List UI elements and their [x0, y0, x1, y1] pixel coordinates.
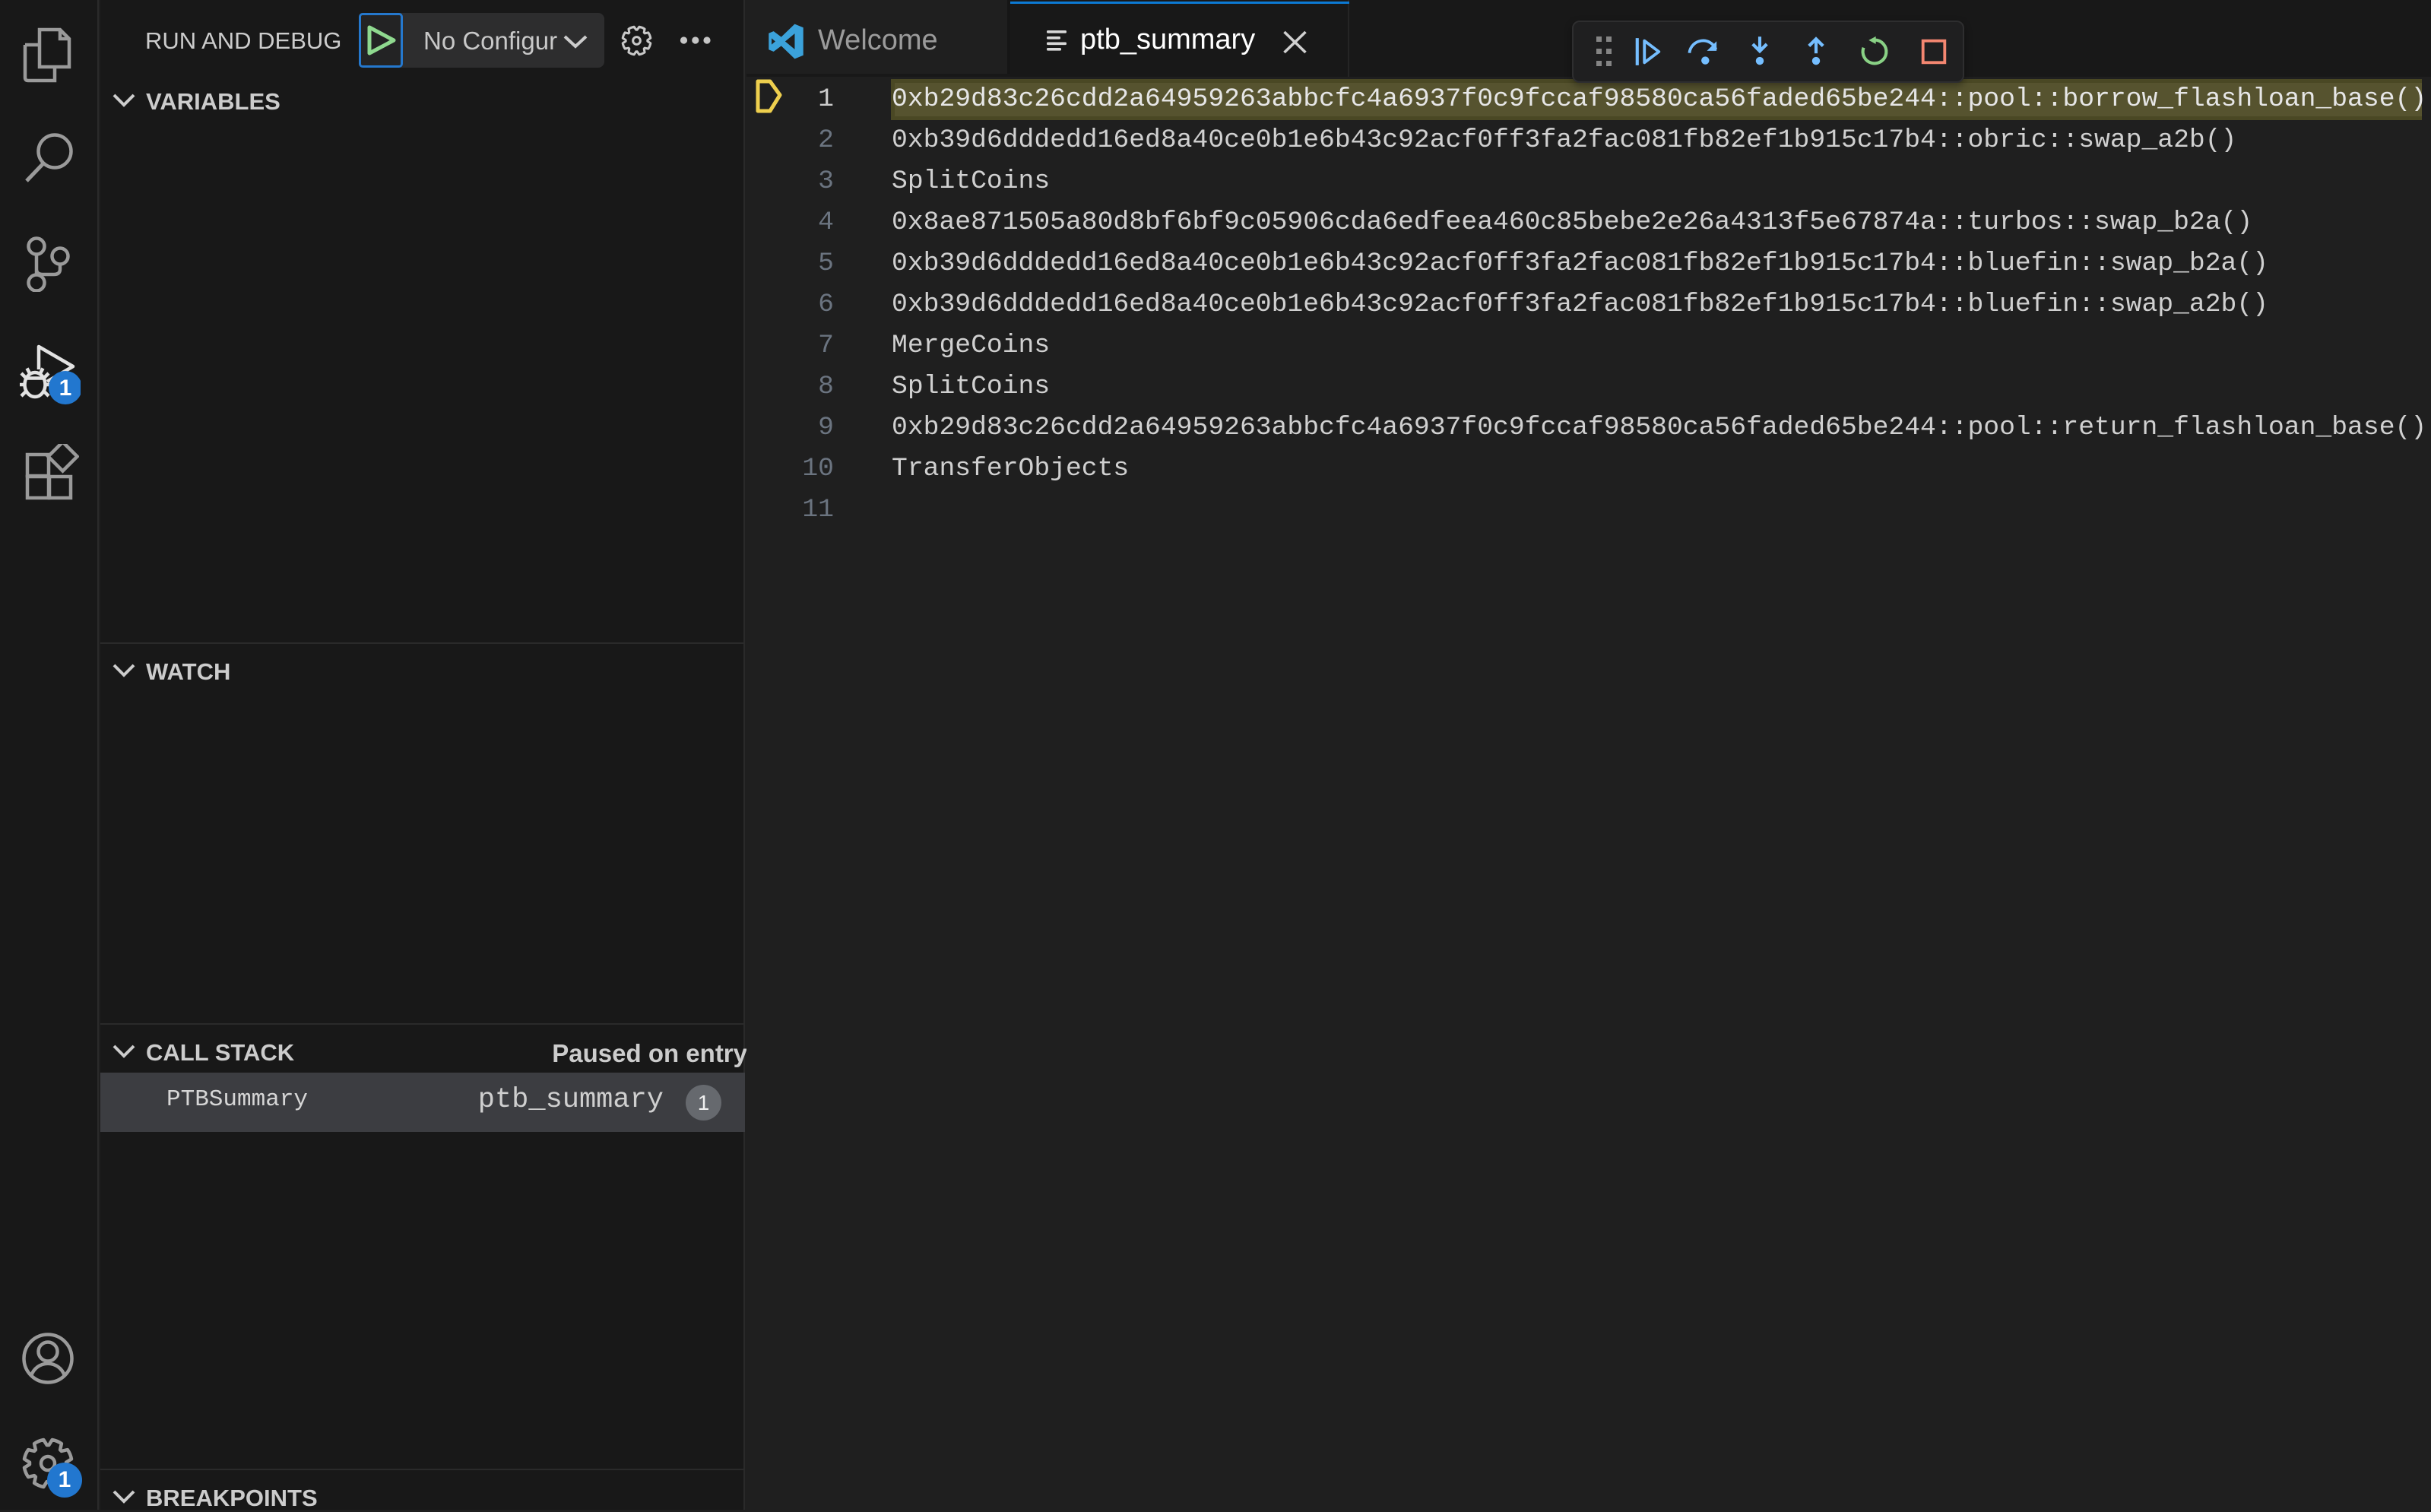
svg-text:1: 1	[59, 376, 72, 401]
